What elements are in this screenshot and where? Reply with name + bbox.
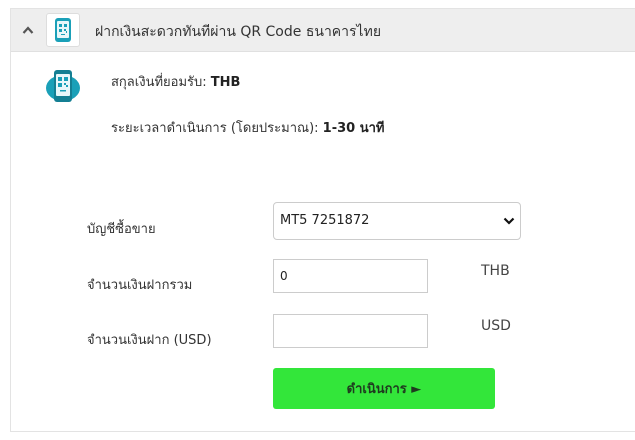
total-deposit-input[interactable]: [273, 259, 428, 293]
trading-account-select[interactable]: MT5 7251872: [273, 202, 521, 240]
total-deposit-label: จำนวนเงินฝากรวม: [87, 278, 193, 293]
phone-qr-icon: [46, 70, 80, 102]
accepted-currency-label: สกุลเงินที่ยอมรับ:: [111, 75, 207, 90]
processing-time-value: 1-30 นาที: [322, 121, 385, 136]
usd-deposit-input[interactable]: [273, 314, 428, 348]
usd-deposit-label: จำนวนเงินฝาก (USD): [87, 333, 212, 348]
chevron-down-icon: [503, 217, 515, 225]
phone-qr-icon: [55, 18, 71, 42]
usd-deposit-currency: USD: [481, 318, 511, 334]
trading-account-value: MT5 7251872: [280, 213, 370, 228]
trading-account-label: บัญชีซื้อขาย: [87, 222, 156, 237]
total-deposit-currency: THB: [481, 263, 510, 279]
accepted-currency-value: THB: [210, 75, 241, 90]
processing-time-line: ระยะเวลาดำเนินการ (โดยประมาณ): 1-30 นาที: [111, 117, 385, 138]
panel-header[interactable]: ฝากเงินสะดวกทันทีผ่าน QR Code ธนาคารไทย: [11, 9, 635, 52]
proceed-button[interactable]: ดำเนินการ ►: [273, 368, 495, 409]
accepted-currency-line: สกุลเงินที่ยอมรับ: THB: [111, 71, 240, 92]
header-icon-box: [46, 13, 80, 47]
chevron-up-icon[interactable]: [22, 25, 34, 35]
header-title[interactable]: ฝากเงินสะดวกทันทีผ่าน QR Code ธนาคารไทย: [95, 21, 381, 43]
deposit-panel: ฝากเงินสะดวกทันทีผ่าน QR Code ธนาคารไทย …: [10, 8, 635, 432]
processing-time-label: ระยะเวลาดำเนินการ (โดยประมาณ):: [111, 121, 319, 136]
